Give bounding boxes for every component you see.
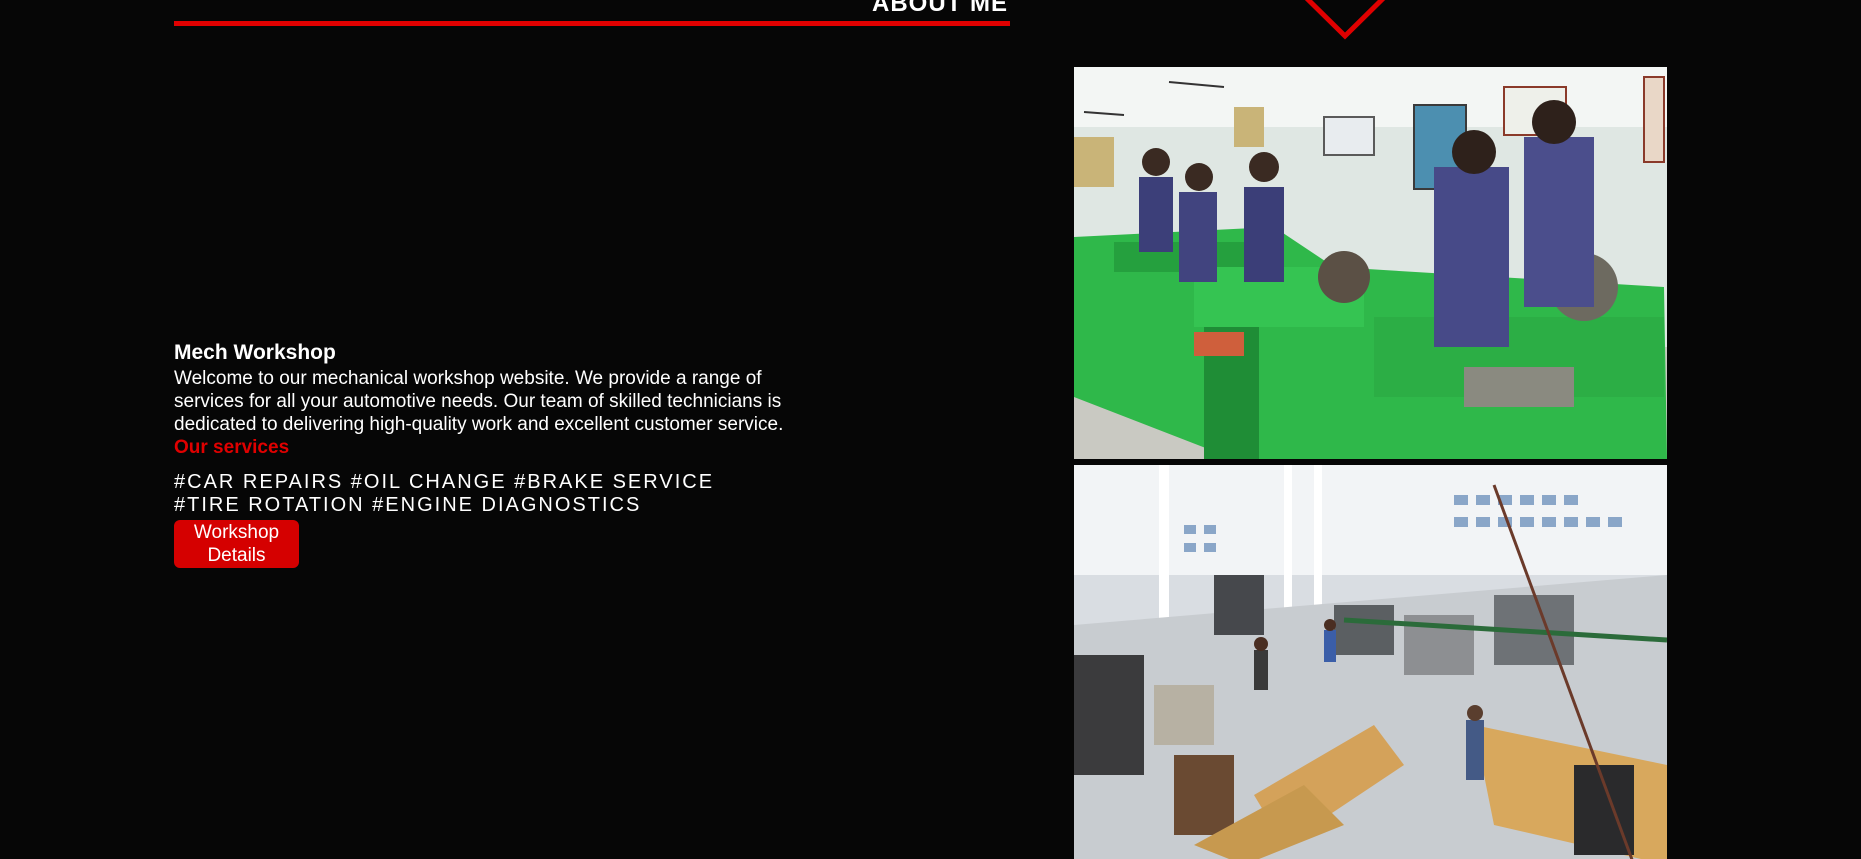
about-description: Welcome to our mechanical workshop websi… bbox=[174, 368, 784, 435]
about-title: Mech Workshop bbox=[174, 341, 336, 364]
page: ABOUT ME Mech Workshop Welcome to our me… bbox=[0, 0, 1861, 859]
chevron-down-icon bbox=[1304, 0, 1386, 40]
service-tag: #ENGINE DIAGNOSTICS bbox=[372, 494, 642, 516]
workshop-floor-photo bbox=[1074, 465, 1667, 859]
about-section: Mech Workshop Welcome to our mechanical … bbox=[174, 339, 794, 568]
workshop-students-image bbox=[1074, 67, 1667, 459]
service-tag: #TIRE ROTATION bbox=[174, 494, 365, 516]
workshop-details-button[interactable]: Workshop Details bbox=[174, 520, 299, 568]
section-heading: ABOUT ME bbox=[872, 0, 1008, 17]
service-tag: #CAR REPAIRS bbox=[174, 471, 344, 493]
services-label: Our services bbox=[174, 437, 290, 458]
service-tag: #OIL CHANGE bbox=[350, 471, 507, 493]
heading-underline bbox=[174, 21, 1010, 26]
workshop-students-photo bbox=[1074, 67, 1667, 459]
workshop-floor-image bbox=[1074, 465, 1667, 859]
services-tags: #CAR REPAIRS #OIL CHANGE #BRAKE SERVICE … bbox=[174, 471, 774, 517]
service-tag: #BRAKE SERVICE bbox=[514, 471, 715, 493]
